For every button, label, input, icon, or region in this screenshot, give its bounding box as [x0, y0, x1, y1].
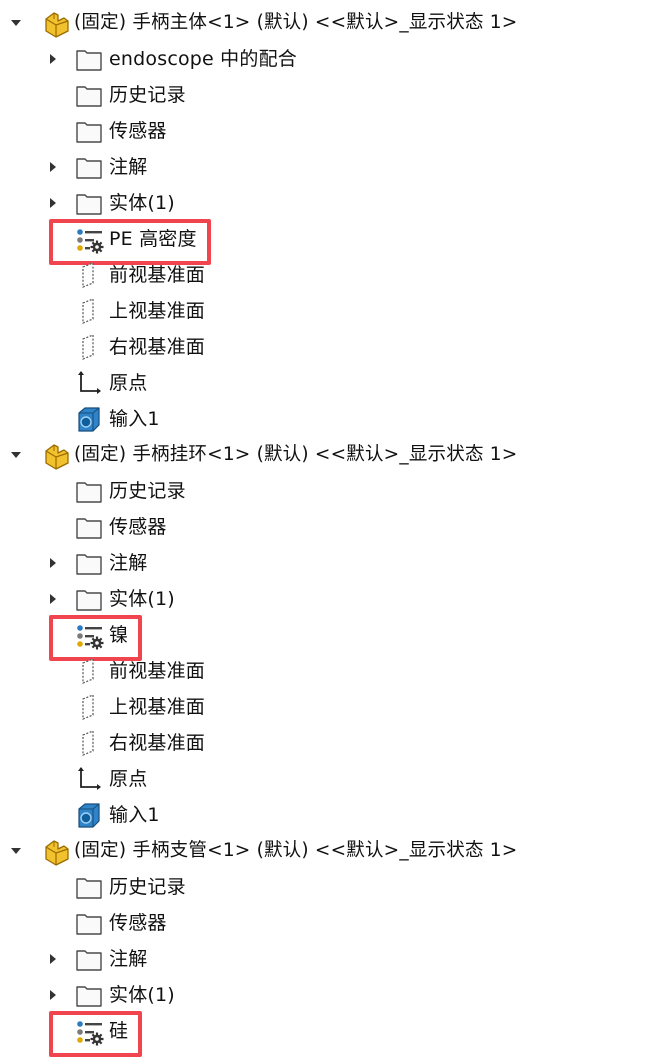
- tree-node-label: 历史记录: [109, 84, 186, 106]
- tree-feature-node[interactable]: 硅: [0, 1011, 648, 1057]
- plane-icon: [75, 693, 103, 721]
- tree-feature-node[interactable]: 传感器: [0, 509, 648, 545]
- tree-feature-node[interactable]: 镍: [0, 615, 648, 661]
- tree-node-label: 注解: [109, 948, 148, 970]
- tree-node-label: 输入1: [109, 408, 160, 430]
- tree-feature-node[interactable]: 注解: [0, 545, 648, 581]
- tree-feature-node[interactable]: endoscope 中的配合: [0, 41, 648, 77]
- tree-node-label: 传感器: [109, 912, 167, 934]
- tree-feature-node[interactable]: 上视基准面: [0, 689, 648, 725]
- sensor-folder-icon: [75, 117, 103, 145]
- collapse-arrow-icon[interactable]: [10, 449, 22, 461]
- tree-node-label: 右视基准面: [109, 732, 206, 754]
- annotation-folder-icon: [75, 549, 103, 577]
- tree-feature-node[interactable]: 右视基准面: [0, 329, 648, 365]
- tree-node-label: 注解: [109, 156, 148, 178]
- plane-icon: [75, 297, 103, 325]
- tree-node-label: 实体(1): [109, 192, 175, 214]
- tree-node-label: 镍: [109, 624, 129, 646]
- tree-node-label: 历史记录: [109, 876, 186, 898]
- material-icon: [75, 621, 104, 650]
- tree-feature-node[interactable]: 上视基准面: [0, 293, 648, 329]
- tree-feature-node[interactable]: 前视基准面: [0, 653, 648, 689]
- tree-feature-node[interactable]: 实体(1): [0, 581, 648, 617]
- solid-bodies-folder-icon: [75, 189, 103, 217]
- expand-arrow-icon[interactable]: [47, 989, 59, 1001]
- tree-feature-node[interactable]: 原点: [0, 365, 648, 401]
- tree-feature-node[interactable]: 历史记录: [0, 869, 648, 905]
- imported-body-icon: [75, 405, 103, 433]
- plane-icon: [75, 729, 103, 757]
- annotation-folder-icon: [75, 153, 103, 181]
- plane-icon: [75, 261, 103, 289]
- origin-icon: [75, 765, 103, 793]
- tree-node-label: 传感器: [109, 120, 167, 142]
- material-icon: [75, 1017, 104, 1046]
- tree-node-label: (固定) 手柄挂环<1> (默认) <<默认>_显示状态 1>: [74, 444, 518, 465]
- tree-feature-node[interactable]: 输入1: [0, 401, 648, 437]
- tree-feature-node[interactable]: 实体(1): [0, 185, 648, 221]
- tree-feature-node[interactable]: 前视基准面: [0, 257, 648, 293]
- part-icon: [40, 837, 69, 866]
- part-icon: [40, 441, 69, 470]
- tree-node-label: 历史记录: [109, 480, 186, 502]
- tree-feature-node[interactable]: 原点: [0, 761, 648, 797]
- origin-icon: [75, 369, 103, 397]
- expand-arrow-icon[interactable]: [47, 53, 59, 65]
- collapse-arrow-icon[interactable]: [10, 17, 22, 29]
- tree-node-label: PE 高密度: [109, 228, 197, 250]
- tree-feature-node[interactable]: 输入1: [0, 797, 648, 833]
- tree-node-label: 实体(1): [109, 588, 175, 610]
- tree-node-label: 前视基准面: [109, 264, 206, 286]
- expand-arrow-icon[interactable]: [47, 197, 59, 209]
- plane-icon: [75, 657, 103, 685]
- tree-feature-node[interactable]: 注解: [0, 149, 648, 185]
- imported-body-icon: [75, 801, 103, 829]
- annotation-folder-icon: [75, 945, 103, 973]
- tree-feature-node[interactable]: 历史记录: [0, 77, 648, 113]
- tree-node-label: 传感器: [109, 516, 167, 538]
- tree-feature-node[interactable]: PE 高密度: [0, 219, 648, 265]
- expand-arrow-icon[interactable]: [47, 557, 59, 569]
- tree-node-label: 原点: [109, 372, 148, 394]
- tree-node-label: endoscope 中的配合: [109, 48, 297, 70]
- expand-arrow-icon[interactable]: [47, 161, 59, 173]
- tree-node-label: (固定) 手柄主体<1> (默认) <<默认>_显示状态 1>: [74, 12, 518, 33]
- feature-tree: (固定) 手柄主体<1> (默认) <<默认>_显示状态 1> endoscop…: [0, 5, 648, 1057]
- tree-component-node[interactable]: (固定) 手柄挂环<1> (默认) <<默认>_显示状态 1>: [0, 437, 648, 473]
- tree-node-label: 原点: [109, 768, 148, 790]
- tree-node-label: 硅: [109, 1020, 129, 1042]
- history-folder-icon: [75, 81, 103, 109]
- tree-node-label: (固定) 手柄支管<1> (默认) <<默认>_显示状态 1>: [74, 840, 518, 861]
- solid-bodies-folder-icon: [75, 585, 103, 613]
- tree-feature-node[interactable]: 注解: [0, 941, 648, 977]
- tree-feature-node[interactable]: 传感器: [0, 905, 648, 941]
- tree-node-label: 输入1: [109, 804, 160, 826]
- tree-feature-node[interactable]: 传感器: [0, 113, 648, 149]
- sensor-folder-icon: [75, 909, 103, 937]
- tree-node-label: 注解: [109, 552, 148, 574]
- expand-arrow-icon[interactable]: [47, 593, 59, 605]
- collapse-arrow-icon[interactable]: [10, 845, 22, 857]
- tree-node-label: 实体(1): [109, 984, 175, 1006]
- history-folder-icon: [75, 873, 103, 901]
- tree-feature-node[interactable]: 实体(1): [0, 977, 648, 1013]
- tree-component-node[interactable]: (固定) 手柄主体<1> (默认) <<默认>_显示状态 1>: [0, 5, 648, 41]
- tree-feature-node[interactable]: 右视基准面: [0, 725, 648, 761]
- tree-node-label: 上视基准面: [109, 696, 206, 718]
- expand-arrow-icon[interactable]: [47, 953, 59, 965]
- part-icon: [40, 9, 69, 38]
- mates-folder-icon: [75, 45, 103, 73]
- history-folder-icon: [75, 477, 103, 505]
- tree-node-label: 右视基准面: [109, 336, 206, 358]
- tree-node-label: 前视基准面: [109, 660, 206, 682]
- solid-bodies-folder-icon: [75, 981, 103, 1009]
- plane-icon: [75, 333, 103, 361]
- tree-feature-node[interactable]: 历史记录: [0, 473, 648, 509]
- sensor-folder-icon: [75, 513, 103, 541]
- material-icon: [75, 225, 104, 254]
- tree-node-label: 上视基准面: [109, 300, 206, 322]
- tree-component-node[interactable]: (固定) 手柄支管<1> (默认) <<默认>_显示状态 1>: [0, 833, 648, 869]
